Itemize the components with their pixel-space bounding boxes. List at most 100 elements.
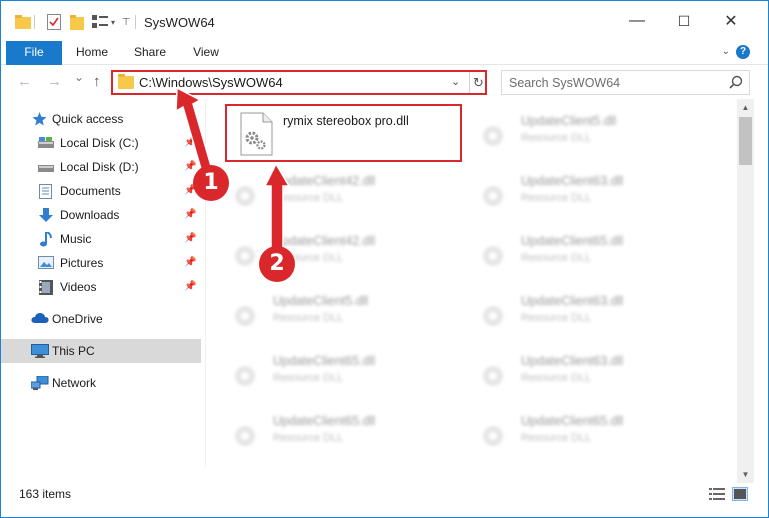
pin-icon[interactable]: 📌 xyxy=(184,233,196,244)
address-bar[interactable]: C:\Windows\SysWOW64 ⌄ ↻ xyxy=(111,70,487,95)
file-item[interactable]: UpdateClient5.dll Resource DLL xyxy=(459,104,699,160)
address-path[interactable]: C:\Windows\SysWOW64 xyxy=(139,75,283,90)
dll-file-icon xyxy=(227,412,265,456)
sidebar-item-documents[interactable]: Documents 📌 xyxy=(1,179,201,203)
sidebar-item-this-pc[interactable]: This PC xyxy=(1,339,201,363)
file-item[interactable]: UpdateClient5.dll Resource DLL xyxy=(211,284,451,340)
sidebar-item-label: Quick access xyxy=(52,112,124,126)
search-icon[interactable] xyxy=(729,75,743,89)
close-button[interactable]: ✕ xyxy=(708,1,754,41)
maximize-button[interactable]: ☐ xyxy=(661,1,707,41)
chevron-down-icon[interactable]: ▾ xyxy=(108,13,118,31)
help-icon[interactable]: ? xyxy=(736,45,750,59)
sidebar-item-label: Music xyxy=(60,232,92,246)
file-item[interactable]: UpdateClient63.dll Resource DLL xyxy=(459,284,699,340)
navigation-bar: ← → ⌄ ↑ C:\Windows\SysWOW64 ⌄ ↻ Search S… xyxy=(1,65,768,99)
scroll-thumb[interactable] xyxy=(739,117,752,165)
dll-file-icon xyxy=(227,292,265,336)
sidebar-item-local-disk-d[interactable]: Local Disk (D:) 📌 xyxy=(1,155,201,179)
pin-icon[interactable]: 📌 xyxy=(184,257,196,268)
file-item[interactable]: UpdateClient42.dll Resource DLL xyxy=(211,224,451,280)
file-item[interactable]: UpdateClient65.dll Resource DLL xyxy=(211,404,451,460)
pane-splitter[interactable] xyxy=(205,99,206,467)
highlight-box xyxy=(225,104,462,162)
dll-file-icon xyxy=(227,352,265,396)
sidebar-item-onedrive[interactable]: OneDrive xyxy=(1,307,201,331)
file-type: Resource DLL xyxy=(521,432,592,444)
dll-file-icon xyxy=(227,172,265,216)
file-item[interactable]: UpdateClient63.dll Resource DLL xyxy=(459,344,699,400)
drive-icon xyxy=(38,136,54,150)
tab-share[interactable]: Share xyxy=(125,41,175,65)
status-bar: 163 items xyxy=(1,483,768,505)
search-input[interactable]: Search SysWOW64 xyxy=(509,76,620,90)
new-folder-icon[interactable] xyxy=(69,13,85,31)
tab-file[interactable]: File xyxy=(6,41,62,65)
sidebar-item-music[interactable]: Music 📌 xyxy=(1,227,201,251)
customize-toolbar-icon[interactable] xyxy=(91,13,109,31)
downloads-icon xyxy=(38,208,54,222)
file-name: UpdateClient63.dll xyxy=(521,294,624,308)
sidebar-item-quick-access[interactable]: Quick access xyxy=(1,107,201,131)
explorer-window: ▾ ⊤ SysWOW64 — ☐ ✕ File Home Share View … xyxy=(0,0,769,518)
address-dropdown-icon[interactable]: ⌄ xyxy=(451,75,460,88)
dll-file-icon xyxy=(475,112,513,156)
folder-icon xyxy=(15,13,31,31)
recent-locations-button[interactable]: ⌄ xyxy=(74,70,84,84)
sidebar-item-label: OneDrive xyxy=(52,312,103,326)
item-count: 163 items xyxy=(19,487,72,501)
sidebar-item-downloads[interactable]: Downloads 📌 xyxy=(1,203,201,227)
sidebar-item-label: This PC xyxy=(52,344,95,358)
computer-icon xyxy=(31,344,49,358)
pin-icon[interactable]: 📌 xyxy=(184,281,196,292)
scroll-up-icon[interactable]: ▲ xyxy=(737,99,754,116)
file-name: UpdateClient65.dll xyxy=(273,414,376,428)
properties-icon[interactable] xyxy=(46,13,62,31)
scroll-down-icon[interactable]: ▼ xyxy=(737,466,754,483)
up-button[interactable]: ↑ xyxy=(93,73,101,90)
sidebar-item-pictures[interactable]: Pictures 📌 xyxy=(1,251,201,275)
onedrive-icon xyxy=(31,312,49,326)
documents-icon xyxy=(39,184,55,199)
pin-icon[interactable]: 📌 xyxy=(184,161,196,172)
file-type: Resource DLL xyxy=(521,252,592,264)
file-item[interactable]: UpdateClient65.dll Resource DLL xyxy=(459,224,699,280)
search-box[interactable]: Search SysWOW64 xyxy=(501,70,750,95)
refresh-icon[interactable]: ↻ xyxy=(469,72,487,93)
large-icons-view-icon[interactable] xyxy=(732,487,748,501)
pin-icon[interactable]: 📌 xyxy=(184,209,196,220)
sidebar-item-network[interactable]: Network xyxy=(1,371,201,395)
tab-view[interactable]: View xyxy=(181,41,231,65)
vertical-scrollbar[interactable]: ▲ ▼ xyxy=(737,99,754,483)
title-bar: ▾ ⊤ SysWOW64 — ☐ ✕ xyxy=(1,1,768,41)
file-name: UpdateClient65.dll xyxy=(273,354,376,368)
tab-home[interactable]: Home xyxy=(67,41,117,65)
sidebar-item-label: Documents xyxy=(60,184,121,198)
quick-access-dropdown-icon[interactable]: ⊤ xyxy=(121,13,131,31)
sidebar-item-videos[interactable]: Videos 📌 xyxy=(1,275,201,299)
sidebar-item-local-disk-c[interactable]: Local Disk (C:) 📌 xyxy=(1,131,201,155)
file-name: UpdateClient65.dll xyxy=(521,414,624,428)
forward-button[interactable]: → xyxy=(47,73,62,90)
dll-file-icon xyxy=(475,352,513,396)
file-item[interactable]: UpdateClient63.dll Resource DLL xyxy=(459,164,699,220)
file-name: UpdateClient42.dll xyxy=(273,174,376,188)
sidebar-item-label: Local Disk (C:) xyxy=(60,136,139,150)
file-item[interactable]: UpdateClient65.dll Resource DLL xyxy=(211,344,451,400)
star-icon xyxy=(32,112,48,126)
file-item[interactable]: UpdateClient42.dll Resource DLL xyxy=(211,164,451,220)
folder-icon xyxy=(118,74,134,89)
navigation-pane: Quick access Local Disk (C:) 📌 Local Dis… xyxy=(1,99,201,479)
dll-file-icon xyxy=(475,412,513,456)
pin-icon[interactable]: 📌 xyxy=(184,137,196,148)
sidebar-item-label: Downloads xyxy=(60,208,120,222)
details-view-icon[interactable] xyxy=(709,487,725,501)
back-button[interactable]: ← xyxy=(17,73,32,90)
sidebar-item-label: Pictures xyxy=(60,256,104,270)
file-type: Resource DLL xyxy=(273,192,344,204)
expand-ribbon-icon[interactable]: ⌄ xyxy=(722,46,730,57)
divider xyxy=(135,15,136,29)
file-item[interactable]: UpdateClient65.dll Resource DLL xyxy=(459,404,699,460)
file-type: Resource DLL xyxy=(521,192,592,204)
minimize-button[interactable]: — xyxy=(614,1,660,41)
